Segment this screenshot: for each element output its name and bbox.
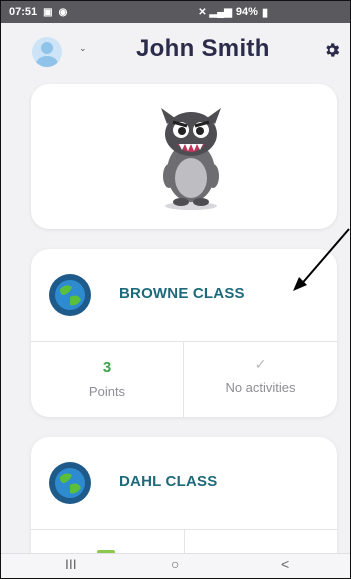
android-nav-bar: III ○ < bbox=[1, 553, 350, 578]
monster-avatar bbox=[161, 108, 221, 210]
check-icon: ✓ bbox=[254, 356, 267, 372]
battery-percent: 94% bbox=[235, 6, 258, 18]
message-icon: ◉ bbox=[58, 6, 68, 18]
back-button[interactable]: < bbox=[281, 556, 289, 572]
user-name: John Smith bbox=[136, 35, 270, 62]
status-bar: 07:51 ▣ ◉ ✕ ▂▄▆ 94% ▮ bbox=[1, 1, 350, 23]
battery-icon: ▮ bbox=[261, 6, 268, 19]
class-name: BROWNE CLASS bbox=[119, 285, 245, 302]
points-stat[interactable]: 3 Points bbox=[31, 342, 184, 417]
gear-icon[interactable] bbox=[323, 41, 341, 59]
status-right: ✕ ▂▄▆ 94% ▮ bbox=[198, 6, 268, 19]
avatar-icon[interactable] bbox=[32, 37, 62, 67]
signal-icon: ✕ ▂▄▆ bbox=[198, 6, 232, 18]
globe-icon bbox=[49, 462, 91, 504]
class-name: DAHL CLASS bbox=[119, 473, 218, 490]
header: ⌄ John Smith bbox=[1, 23, 350, 77]
status-time: 07:51 bbox=[9, 6, 38, 18]
points-label: Points bbox=[88, 384, 126, 399]
annotation-arrow bbox=[293, 228, 350, 291]
chevron-down-icon[interactable]: ⌄ bbox=[79, 43, 87, 54]
phone-screen: 07:51 ▣ ◉ ✕ ▂▄▆ 94% ▮ ⌄ John Smith BROWN… bbox=[0, 0, 351, 579]
gallery-icon: ▣ bbox=[43, 6, 53, 18]
activities-label: No activities bbox=[225, 380, 296, 395]
globe-icon bbox=[49, 274, 91, 316]
class-stats: 3 Points ✓ No activities bbox=[31, 341, 337, 417]
monster-card[interactable] bbox=[31, 84, 337, 229]
activities-stat[interactable]: ✓ No activities bbox=[184, 342, 337, 417]
recents-button[interactable]: III bbox=[65, 556, 77, 572]
points-value: 3 bbox=[102, 359, 112, 376]
home-button[interactable]: ○ bbox=[171, 556, 179, 572]
class-header[interactable]: DAHL CLASS bbox=[31, 437, 337, 529]
